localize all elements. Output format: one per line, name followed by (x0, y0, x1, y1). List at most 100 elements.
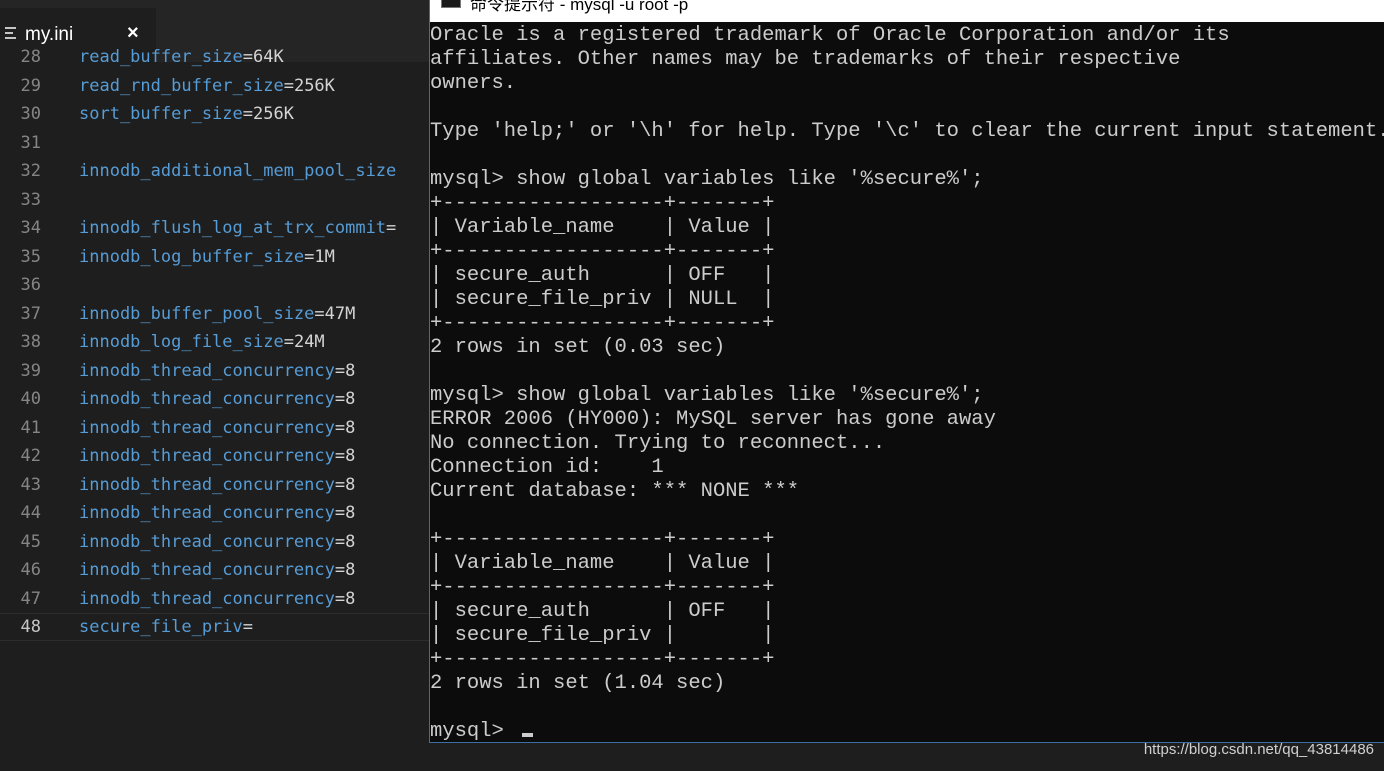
code-line[interactable]: 48 secure_file_priv= (0, 613, 440, 641)
config-key: innodb_thread_concurrency (79, 417, 335, 438)
mysql-prompt: mysql> (430, 720, 1384, 740)
terminal-line: +------------------+-------+ (430, 312, 1384, 336)
terminal-title-bar[interactable]: 命令提示符 - mysql -u root -p (430, 0, 1384, 22)
config-key: innodb_thread_concurrency (79, 389, 335, 409)
code-text: innodb_thread_concurrency=8 (79, 357, 355, 385)
code-text: innodb_log_buffer_size=1M (79, 243, 335, 271)
code-line[interactable]: 40 innodb_thread_concurrency=8 (0, 385, 440, 413)
code-line[interactable]: 30 sort_buffer_size=256K (0, 100, 440, 128)
line-number: 33 (20, 189, 41, 210)
code-line[interactable]: 29 read_rnd_buffer_size=256K (0, 72, 440, 100)
line-number: 46 (20, 560, 41, 580)
code-text: innodb_flush_log_at_trx_commit= (79, 214, 396, 242)
config-value: 8 (345, 474, 356, 495)
code-line[interactable]: 47 innodb_thread_concurrency=8 (0, 585, 440, 613)
code-line[interactable]: 38 innodb_log_file_size=24M (0, 328, 440, 356)
code-line[interactable]: 33 (0, 186, 440, 214)
code-line[interactable]: 43 innodb_thread_concurrency=8 (0, 471, 440, 499)
terminal-line-text: No connection. Trying to reconnect... (430, 432, 886, 455)
config-value: 256K (293, 75, 335, 96)
terminal-line: No connection. Trying to reconnect... (430, 432, 1384, 456)
config-operator: = (242, 104, 254, 124)
terminal-line-text: mysql> show global variables like '%secu… (430, 168, 984, 191)
code-text: innodb_log_file_size=24M (79, 328, 325, 356)
line-number: 32 (20, 161, 41, 181)
terminal-line-text: mysql> show global variables like '%secu… (430, 384, 984, 407)
terminal-line-text: Oracle is a registered trademark of Orac… (430, 24, 1230, 47)
config-value: 24M (293, 332, 325, 352)
terminal-line: Current database: *** NONE *** (430, 480, 1384, 504)
line-number: 43 (20, 474, 41, 495)
config-key: innodb_buffer_pool_size (79, 303, 315, 324)
terminal-line-text: | secure_file_priv | | (430, 624, 775, 647)
line-number: 34 (20, 218, 41, 238)
code-line[interactable]: 34 innodb_flush_log_at_trx_commit= (0, 214, 440, 242)
terminal-title: 命令提示符 - mysql -u root -p (470, 0, 689, 14)
config-operator: = (334, 503, 346, 523)
terminal-line: +------------------+-------+ (430, 192, 1384, 216)
line-number: 38 (20, 332, 41, 352)
terminal-line-text: | secure_auth | OFF | (430, 600, 775, 623)
config-key: innodb_log_buffer_size (79, 246, 305, 267)
terminal-line: | secure_file_priv | NULL | (430, 288, 1384, 312)
code-line[interactable]: 28 read_buffer_size=64K (0, 48, 440, 71)
code-line[interactable]: 44 innodb_thread_concurrency=8 (0, 499, 440, 527)
config-value: 1M (314, 246, 335, 267)
code-line[interactable]: 36 (0, 271, 440, 299)
terminal-line: 2 rows in set (0.03 sec) (430, 336, 1384, 360)
config-key: innodb_thread_concurrency (79, 474, 335, 495)
code-line[interactable]: 31 (0, 129, 440, 157)
line-number: 35 (20, 246, 41, 267)
code-text: read_buffer_size=64K (79, 48, 284, 71)
code-line[interactable]: 35 innodb_log_buffer_size=1M (0, 243, 440, 271)
terminal-line-text: Type 'help;' or '\h' for help. Type '\c'… (430, 120, 1384, 143)
terminal-line: | secure_auth | OFF | (430, 600, 1384, 624)
line-number: 48 (20, 617, 41, 637)
terminal-line: mysql> show global variables like '%secu… (430, 168, 1384, 192)
terminal-output[interactable]: Oracle is a registered trademark of Orac… (430, 24, 1384, 740)
config-value: 256K (253, 104, 294, 124)
code-line[interactable]: 41 innodb_thread_concurrency=8 (0, 414, 440, 442)
line-number: 28 (20, 48, 41, 67)
code-text: innodb_thread_concurrency=8 (79, 556, 355, 584)
config-key: innodb_thread_concurrency (79, 446, 335, 466)
code-line[interactable]: 42 innodb_thread_concurrency=8 (0, 442, 440, 470)
code-area[interactable]: 28 read_buffer_size=64K 29 read_rnd_buffer_… (0, 48, 440, 688)
config-operator: = (334, 389, 346, 409)
code-text: innodb_thread_concurrency=8 (79, 471, 355, 499)
terminal-line: | secure_file_priv | | (430, 624, 1384, 648)
terminal-line-text: +------------------+-------+ (430, 648, 775, 671)
close-icon[interactable]: × (127, 22, 139, 45)
line-number: 41 (20, 417, 41, 438)
terminal-line: | Variable_name | Value | (430, 552, 1384, 576)
terminal-line-text: 2 rows in set (0.03 sec) (430, 336, 726, 359)
config-key: innodb_thread_concurrency (79, 360, 335, 381)
config-operator: = (314, 303, 325, 324)
code-line[interactable]: 45 innodb_thread_concurrency=8 (0, 528, 440, 556)
code-line[interactable]: 46 innodb_thread_concurrency=8 (0, 556, 440, 584)
code-text: read_rnd_buffer_size=256K (79, 72, 335, 100)
code-line[interactable]: 37 innodb_buffer_pool_size=47M (0, 300, 440, 328)
config-operator: = (334, 360, 346, 381)
terminal-line: owners. (430, 72, 1384, 96)
line-number: 39 (20, 360, 41, 381)
config-key: innodb_flush_log_at_trx_commit (79, 218, 387, 238)
terminal-line: | Variable_name | Value | (430, 216, 1384, 240)
config-operator: = (334, 474, 346, 495)
code-line[interactable]: 39 innodb_thread_concurrency=8 (0, 357, 440, 385)
terminal-line-text: | secure_file_priv | NULL | (430, 288, 775, 311)
code-line[interactable]: 32 innodb_additional_mem_pool_size (0, 157, 440, 185)
config-key: read_rnd_buffer_size (79, 75, 284, 96)
config-operator: = (334, 560, 346, 580)
terminal-line: Connection id: 1 (430, 456, 1384, 480)
terminal-line: +------------------+-------+ (430, 648, 1384, 672)
terminal-line-text: owners. (430, 72, 517, 95)
line-number: 47 (20, 588, 41, 609)
text-cursor (522, 733, 534, 737)
terminal-line-text: 2 rows in set (1.04 sec) (430, 672, 726, 695)
terminal-line: 2 rows in set (1.04 sec) (430, 672, 1384, 696)
config-operator: = (334, 417, 346, 438)
command-prompt-window[interactable]: 命令提示符 - mysql -u root -p Oracle is a reg… (429, 0, 1384, 743)
terminal-line-text: Connection id: 1 (430, 456, 664, 479)
